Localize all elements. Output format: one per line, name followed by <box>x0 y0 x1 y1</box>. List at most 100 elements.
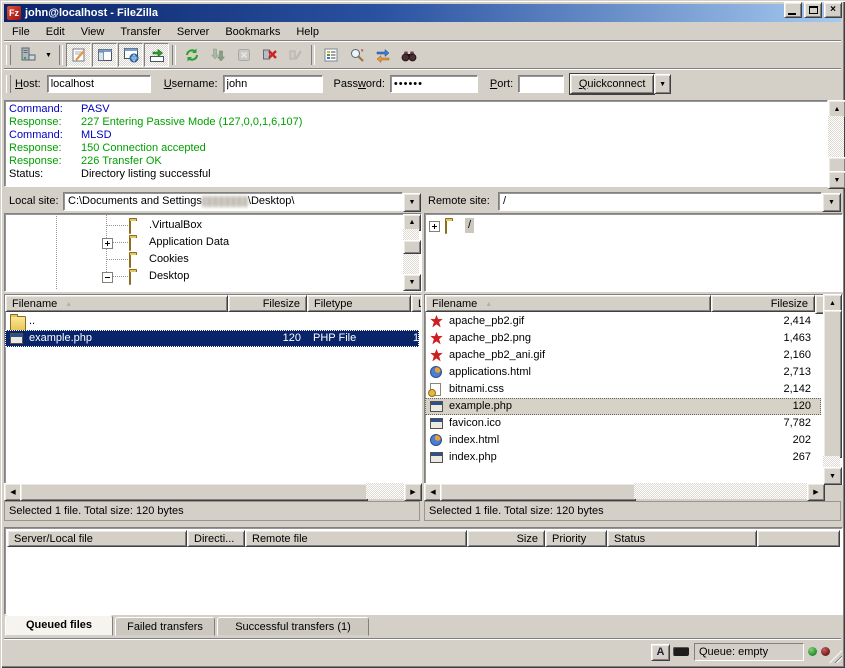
directory-filter-button[interactable] <box>318 43 343 67</box>
username-input[interactable] <box>223 75 323 93</box>
site-manager-dropdown-button[interactable]: ▼ <box>41 43 56 67</box>
file-row[interactable]: apache_pb2.gif 2,414 <box>425 313 821 330</box>
column-header-filesize[interactable]: Filesize <box>228 295 307 312</box>
scroll-track[interactable] <box>634 483 807 499</box>
scroll-down-button[interactable]: ▼ <box>823 467 842 485</box>
file-row-example-php[interactable]: example.php 120 <box>425 398 821 415</box>
tree-item-application-data[interactable]: Application Data <box>5 234 417 251</box>
toggle-message-log-button[interactable] <box>66 43 91 67</box>
cancel-icon <box>236 47 252 63</box>
window-controls: × <box>784 2 842 18</box>
local-tree-panel: .VirtualBox Application Data Cookies Des… <box>4 213 422 292</box>
menu-help[interactable]: Help <box>288 24 327 40</box>
transfer-type-indicator[interactable]: A <box>651 644 670 661</box>
menu-transfer[interactable]: Transfer <box>112 24 169 40</box>
queue-column-status[interactable]: Status <box>607 530 757 547</box>
refresh-icon <box>184 47 200 63</box>
column-header-filetype[interactable]: Filetype <box>307 295 411 312</box>
remote-site-combobox[interactable]: / <box>498 192 822 211</box>
directory-comparison-button[interactable] <box>344 43 369 67</box>
remote-site-dropdown-button[interactable]: ▼ <box>822 193 841 212</box>
expand-plus-icon[interactable] <box>102 238 113 249</box>
menu-edit[interactable]: Edit <box>38 24 73 40</box>
site-manager-button[interactable] <box>15 43 40 67</box>
tab-queued-files[interactable]: Queued files <box>5 615 113 636</box>
sort-ascending-icon: ▲ <box>485 301 492 308</box>
scroll-track[interactable] <box>823 456 840 467</box>
local-site-dropdown-button[interactable]: ▼ <box>403 193 421 212</box>
magnifier-icon <box>349 47 365 63</box>
quickconnect-dropdown-button[interactable]: ▼ <box>654 74 671 94</box>
tab-failed-transfers[interactable]: Failed transfers <box>115 617 215 636</box>
scroll-right-button[interactable]: ▶ <box>404 483 422 501</box>
cancel-operation-button[interactable] <box>231 43 256 67</box>
menu-server[interactable]: Server <box>169 24 217 40</box>
queue-column-filler <box>757 530 840 547</box>
scroll-down-button[interactable]: ▼ <box>828 171 845 189</box>
local-site-combobox[interactable]: C:\Documents and Settings\Desktop\ <box>63 192 403 211</box>
synchronized-browsing-button[interactable] <box>370 43 395 67</box>
column-header-filename[interactable]: Filename▲ <box>425 295 711 312</box>
collapse-minus-icon[interactable] <box>102 272 113 283</box>
menu-view[interactable]: View <box>73 24 113 40</box>
port-input[interactable] <box>518 75 564 93</box>
maximize-button[interactable] <box>804 2 822 18</box>
remote-site-label: Remote site: <box>428 192 490 211</box>
queue-column-priority[interactable]: Priority <box>545 530 607 547</box>
menu-bookmarks[interactable]: Bookmarks <box>217 24 288 40</box>
speed-limit-icon[interactable] <box>673 647 689 656</box>
tree-item-cookies[interactable]: Cookies <box>5 251 417 268</box>
tree-item-desktop[interactable]: Desktop <box>5 268 417 285</box>
toggle-queue-button[interactable] <box>144 43 169 67</box>
toolbar-grip <box>6 45 11 65</box>
scroll-track[interactable] <box>366 483 404 499</box>
file-row-parent-dir[interactable]: .. <box>5 313 419 330</box>
column-header-filesize[interactable]: Filesize <box>711 295 815 312</box>
menu-file[interactable]: File <box>4 24 38 40</box>
quickconnect-button[interactable]: Quickconnect <box>570 74 654 94</box>
file-row[interactable]: favicon.ico 7,782 <box>425 415 821 432</box>
scroll-thumb[interactable] <box>440 483 636 501</box>
host-input[interactable] <box>47 75 151 93</box>
queue-column-direction[interactable]: Directi... <box>187 530 245 547</box>
log-line: Command:PASV <box>9 103 827 116</box>
tree-item-virtualbox[interactable]: .VirtualBox <box>5 217 417 234</box>
password-input[interactable] <box>390 75 478 93</box>
queue-column-size[interactable]: Size <box>467 530 545 547</box>
column-header-last-modified[interactable]: L <box>411 295 422 312</box>
scroll-down-button[interactable]: ▼ <box>403 274 421 291</box>
queue-column-remote-file[interactable]: Remote file <box>245 530 467 547</box>
reconnect-button[interactable] <box>283 43 308 67</box>
toggle-remote-tree-button[interactable] <box>118 43 143 67</box>
file-row[interactable]: applications.html 2,713 <box>425 364 821 381</box>
file-row[interactable]: bitnami.css 2,142 <box>425 381 821 398</box>
tree-item-root[interactable]: / <box>425 217 838 234</box>
tab-successful-transfers[interactable]: Successful transfers (1) <box>217 617 369 636</box>
message-log: Command:PASV Response:227 Entering Passi… <box>4 100 828 187</box>
file-row[interactable]: apache_pb2.png 1,463 <box>425 330 821 347</box>
file-row[interactable]: index.html 202 <box>425 432 821 449</box>
scroll-thumb[interactable] <box>20 483 368 501</box>
scroll-thumb[interactable] <box>823 310 842 458</box>
close-button[interactable]: × <box>824 2 842 18</box>
process-queue-button[interactable] <box>205 43 230 67</box>
log-line: Response:226 Transfer OK <box>9 155 827 168</box>
file-row[interactable]: index.php 267 <box>425 449 821 466</box>
toggle-local-tree-button[interactable] <box>92 43 117 67</box>
minimize-button[interactable] <box>784 2 802 18</box>
scroll-right-button[interactable]: ▶ <box>807 483 825 501</box>
transfer-queue-panel: Server/Local file Directi... Remote file… <box>4 527 843 615</box>
expand-plus-icon[interactable] <box>429 221 440 232</box>
file-row-example-php[interactable]: example.php 120 PHP File 1 <box>5 330 419 347</box>
disconnect-button[interactable] <box>257 43 282 67</box>
local-tree-scrollbar: ▲ ▼ <box>403 214 419 289</box>
resize-grip[interactable] <box>829 650 842 663</box>
scroll-thumb[interactable] <box>403 240 421 254</box>
refresh-button[interactable] <box>179 43 204 67</box>
queue-column-server-local-file[interactable]: Server/Local file <box>7 530 187 547</box>
column-header-filename[interactable]: Filename▲ <box>5 295 228 312</box>
file-row[interactable]: apache_pb2_ani.gif 2,160 <box>425 347 821 364</box>
filezilla-window: Fz john@localhost - FileZilla × File Edi… <box>0 0 845 668</box>
queue-empty-body <box>7 547 840 612</box>
find-files-button[interactable] <box>396 43 421 67</box>
